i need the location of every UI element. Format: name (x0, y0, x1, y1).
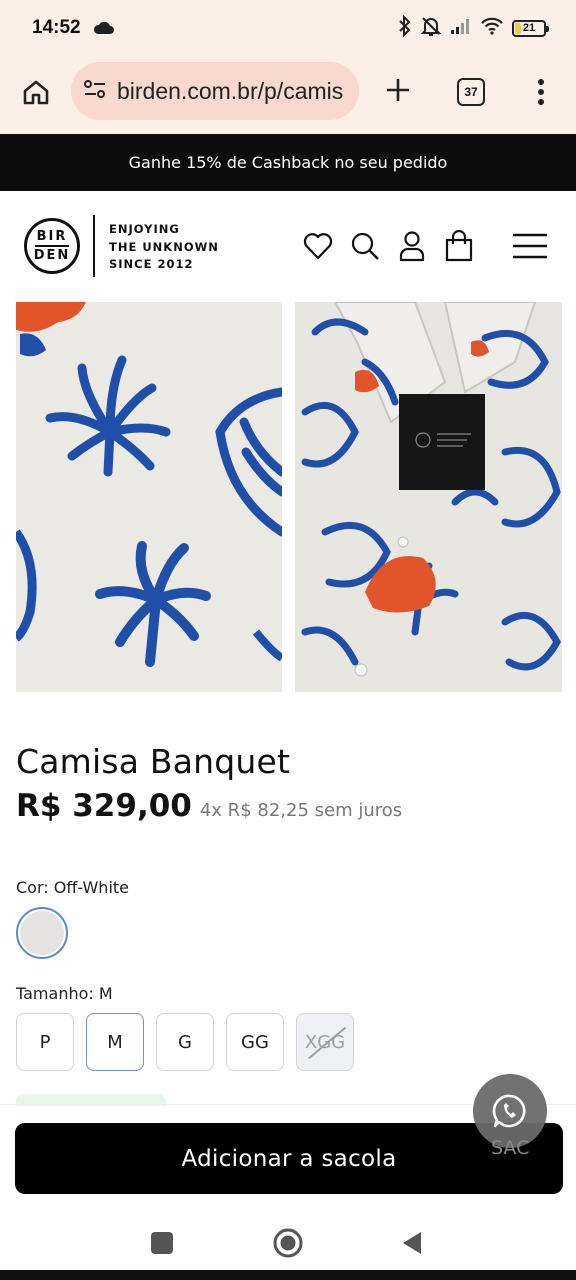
tagline-line-2: THE UNKNOWN (109, 239, 219, 254)
logo[interactable]: BIR DEN (24, 218, 80, 274)
product-image-shirt-collar[interactable] (295, 302, 562, 692)
tab-count: 37 (464, 85, 478, 99)
bluetooth-icon (398, 14, 412, 41)
more-vert-icon[interactable] (530, 76, 552, 108)
bag-icon[interactable] (442, 229, 476, 263)
plus-icon[interactable] (382, 74, 414, 106)
logo-divider-line (35, 245, 69, 247)
size-selector: P M G GG XGG (16, 1013, 354, 1071)
size-option-unavailable[interactable]: XGG (296, 1013, 354, 1071)
size-label: Tamanho: M (16, 984, 113, 1003)
promo-banner[interactable]: Ganhe 15% de Cashback no seu pedido (0, 134, 576, 191)
logo-tagline: ENJOYING THE UNKNOWN SINCE 2012 (109, 221, 219, 274)
price-row: R$ 329,00 4x R$ 82,25 sem juros (16, 788, 402, 824)
search-icon[interactable] (348, 229, 382, 263)
product-price: R$ 329,00 (16, 788, 192, 824)
bell-off-icon (420, 15, 442, 41)
size-option-label: G (178, 1031, 192, 1053)
address-bar[interactable]: birden.com.br/p/camis (71, 62, 359, 120)
site-settings-icon[interactable] (83, 79, 107, 103)
battery-fill (515, 22, 522, 34)
battery-level: 21 (522, 22, 536, 34)
user-icon[interactable] (395, 229, 429, 263)
color-label: Cor: Off-White (16, 878, 129, 897)
home-circle-icon[interactable] (272, 1227, 304, 1259)
status-bar: 14:52 21 (0, 0, 576, 56)
promo-text: Ganhe 15% de Cashback no seu pedido (128, 153, 448, 172)
sac-label[interactable]: SAC (491, 1137, 529, 1159)
installments-text: 4x R$ 82,25 sem juros (199, 800, 403, 821)
battery-tip (546, 25, 549, 32)
size-option[interactable]: P (16, 1013, 74, 1071)
url-text: birden.com.br/p/camis (117, 77, 344, 104)
size-option[interactable]: GG (226, 1013, 284, 1071)
status-time: 14:52 (32, 17, 81, 38)
heart-icon[interactable] (301, 229, 335, 263)
logo-text-top: BIR (36, 229, 68, 245)
size-option-label: P (39, 1031, 51, 1053)
color-swatch-fill (20, 911, 64, 955)
tabs-icon[interactable]: 37 (457, 78, 485, 106)
tagline-line-1: ENJOYING (109, 222, 180, 236)
add-to-bag-label: Adicionar a sacola (181, 1145, 397, 1172)
size-option-label: GG (241, 1031, 269, 1053)
site-header: BIR DEN ENJOYING THE UNKNOWN SINCE 2012 (0, 191, 576, 301)
screen-bottom-edge (0, 1270, 576, 1280)
logo-divider (93, 215, 95, 277)
back-icon[interactable] (396, 1227, 428, 1259)
logo-text-bottom: DEN (33, 247, 71, 263)
size-option-selected[interactable]: M (86, 1013, 144, 1071)
cloud-icon (93, 21, 115, 35)
color-swatch-off-white[interactable] (16, 907, 68, 959)
product-title: Camisa Banquet (16, 742, 291, 781)
size-option[interactable]: G (156, 1013, 214, 1071)
browser-toolbar: birden.com.br/p/camis 37 (0, 56, 576, 134)
wifi-icon (480, 17, 504, 39)
size-option-label: M (107, 1031, 123, 1053)
recents-icon[interactable] (146, 1227, 178, 1259)
tagline-line-3: SINCE 2012 (109, 257, 194, 271)
home-icon[interactable] (20, 76, 52, 108)
product-image-fabric-detail[interactable] (16, 302, 282, 692)
status-icons: 21 (398, 14, 549, 41)
system-nav-bar (0, 1205, 576, 1280)
hamburger-menu-icon[interactable] (510, 229, 550, 263)
battery-icon: 21 (512, 19, 549, 37)
signal-icon (450, 17, 472, 39)
